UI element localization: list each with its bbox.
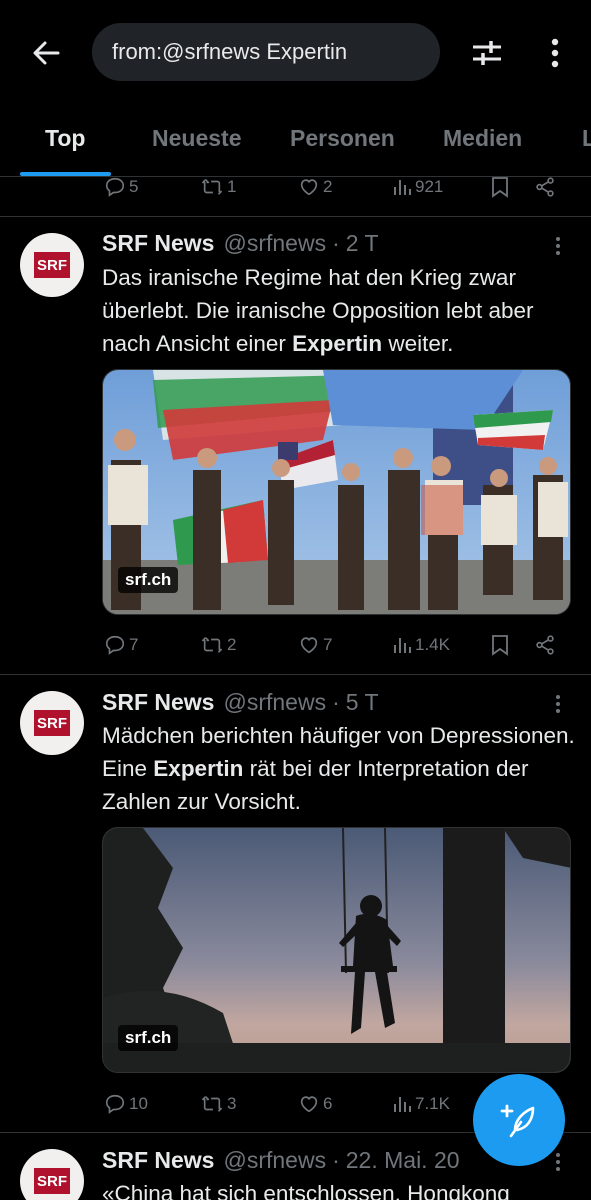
separator-dot: · xyxy=(332,689,340,715)
reply-icon xyxy=(105,177,125,197)
reply-count: 10 xyxy=(129,1094,148,1113)
tweet-time[interactable]: 5 T xyxy=(346,689,379,716)
tweet-header: SRF News @srfnews · 22. Mai. 20 xyxy=(102,1147,460,1174)
tweet-text-part: weiter. xyxy=(382,331,454,356)
more-vertical-icon xyxy=(556,1153,560,1171)
views-button[interactable]: 921 xyxy=(392,167,443,207)
divider xyxy=(0,216,591,217)
more-vertical-icon xyxy=(551,38,559,68)
retweet-icon xyxy=(202,1096,222,1112)
retweet-button[interactable]: 2 xyxy=(200,625,236,665)
compose-feather-icon xyxy=(500,1104,535,1138)
reply-count: 5 xyxy=(129,177,139,196)
like-count: 2 xyxy=(323,177,333,196)
tweet-text: «China hat sich entschlossen, Hongkong xyxy=(102,1177,577,1200)
bookmark-icon xyxy=(492,635,508,656)
views-button[interactable]: 1.4K xyxy=(392,625,450,665)
bookmark-icon xyxy=(492,177,508,198)
srf-logo: SRF xyxy=(34,710,70,736)
author-handle[interactable]: @srfnews xyxy=(223,689,326,716)
bookmark-button[interactable] xyxy=(490,167,510,207)
like-count: 6 xyxy=(323,1094,333,1113)
avatar[interactable]: SRF xyxy=(20,691,84,755)
views-icon xyxy=(394,638,411,653)
author-handle[interactable]: @srfnews xyxy=(223,230,326,257)
views-count: 921 xyxy=(415,177,444,196)
tweet-text-part: «China hat sich entschlossen, Hongkong xyxy=(102,1181,510,1200)
author-name[interactable]: SRF News xyxy=(102,230,214,257)
search-query: from:@srfnews Expertin xyxy=(112,39,348,64)
retweet-button[interactable]: 1 xyxy=(200,167,236,207)
media-source-label[interactable]: srf.ch xyxy=(118,1025,179,1051)
tweet-text: Mädchen berichten häufiger von Depressio… xyxy=(102,719,577,818)
tweet-more-button[interactable] xyxy=(546,692,570,716)
more-options-button[interactable] xyxy=(535,30,575,76)
divider xyxy=(0,674,591,675)
tab-listen[interactable]: L xyxy=(582,125,591,152)
like-icon xyxy=(300,637,318,654)
srf-logo: SRF xyxy=(34,252,70,278)
tweet-actions: 7 2 7 1.4K xyxy=(0,625,591,665)
views-count: 7.1K xyxy=(415,1094,450,1113)
share-icon xyxy=(536,177,554,197)
retweet-count: 1 xyxy=(227,177,237,196)
reply-icon xyxy=(105,635,125,655)
search-filter-button[interactable] xyxy=(464,30,510,76)
reply-icon xyxy=(105,1094,125,1114)
retweet-count: 2 xyxy=(227,635,237,654)
tweet-time[interactable]: 22. Mai. 20 xyxy=(346,1147,460,1174)
reply-count: 7 xyxy=(129,635,139,654)
author-handle[interactable]: @srfnews xyxy=(223,1147,326,1174)
avatar[interactable]: SRF xyxy=(20,1149,84,1200)
media-source-label[interactable]: srf.ch xyxy=(118,567,179,593)
srf-logo: SRF xyxy=(34,1168,70,1194)
avatar[interactable]: SRF xyxy=(20,233,84,297)
compose-tweet-button[interactable] xyxy=(473,1074,565,1166)
reply-button[interactable]: 5 xyxy=(104,167,138,207)
views-button[interactable]: 7.1K xyxy=(392,1084,450,1124)
retweet-icon xyxy=(202,637,222,653)
tab-top[interactable]: Top xyxy=(45,125,85,152)
tab-personen[interactable]: Personen xyxy=(290,125,395,152)
retweet-icon xyxy=(202,179,222,195)
tweet-header: SRF News @srfnews · 5 T xyxy=(102,689,379,716)
views-icon xyxy=(394,1097,411,1112)
retweet-count: 3 xyxy=(227,1094,237,1113)
filter-sliders-icon xyxy=(473,41,501,65)
separator-dot: · xyxy=(332,230,340,256)
search-input[interactable]: from:@srfnews Expertin xyxy=(92,23,440,81)
more-vertical-icon xyxy=(556,237,560,255)
separator-dot: · xyxy=(332,1147,340,1173)
author-name[interactable]: SRF News xyxy=(102,689,214,716)
top-bar: from:@srfnews Expertin xyxy=(0,0,591,105)
tweet-time[interactable]: 2 T xyxy=(346,230,379,257)
tweet-text-highlight: Expertin xyxy=(292,331,383,356)
more-vertical-icon xyxy=(556,695,560,713)
share-icon xyxy=(536,635,554,655)
views-icon xyxy=(394,180,411,195)
like-button[interactable]: 7 xyxy=(298,625,332,665)
tweet-actions-previous: 5 1 2 921 xyxy=(0,167,591,207)
tweet-text-highlight: Expertin xyxy=(153,756,244,781)
like-icon xyxy=(300,1096,318,1113)
reply-button[interactable]: 10 xyxy=(104,1084,148,1124)
tab-neueste[interactable]: Neueste xyxy=(152,125,241,152)
views-count: 1.4K xyxy=(415,635,450,654)
like-count: 7 xyxy=(323,635,333,654)
bookmark-button[interactable] xyxy=(490,625,510,665)
author-name[interactable]: SRF News xyxy=(102,1147,214,1174)
back-button[interactable] xyxy=(22,30,70,76)
tab-medien[interactable]: Medien xyxy=(443,125,522,152)
like-icon xyxy=(300,179,318,196)
tweet-more-button[interactable] xyxy=(546,234,570,258)
share-button[interactable] xyxy=(534,167,556,207)
back-arrow-icon xyxy=(33,41,60,65)
retweet-button[interactable]: 3 xyxy=(200,1084,236,1124)
reply-button[interactable]: 7 xyxy=(104,625,138,665)
like-button[interactable]: 6 xyxy=(298,1084,332,1124)
like-button[interactable]: 2 xyxy=(298,167,332,207)
tweet-text: Das iranische Regime hat den Krieg zwar … xyxy=(102,261,577,360)
tweet-header: SRF News @srfnews · 2 T xyxy=(102,230,379,257)
share-button[interactable] xyxy=(534,625,556,665)
